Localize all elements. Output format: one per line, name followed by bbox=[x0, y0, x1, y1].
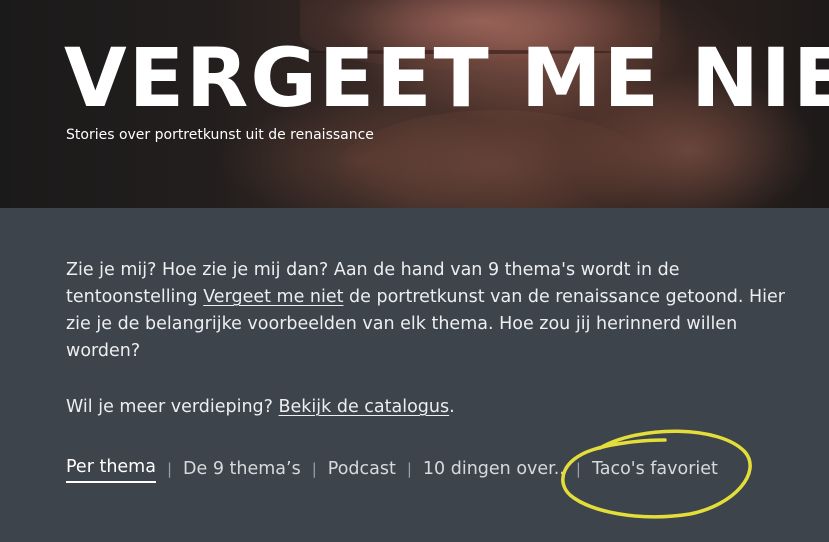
nav-separator: | bbox=[575, 459, 581, 478]
story-nav: Per thema | De 9 thema’s | Podcast | 10 … bbox=[66, 454, 718, 483]
nav-separator: | bbox=[311, 459, 317, 478]
catalogue-text: Wil je meer verdieping? bbox=[66, 397, 279, 417]
nav-item-tacos-favoriet[interactable]: Taco's favoriet bbox=[592, 456, 718, 482]
page-subtitle: Stories over portretkunst uit de renaiss… bbox=[66, 127, 374, 143]
nav-item-per-thema[interactable]: Per thema bbox=[66, 454, 156, 483]
page-title: VERGEET ME NIET bbox=[64, 32, 829, 126]
catalogue-period: . bbox=[449, 397, 455, 417]
intro-paragraph: Zie je mij? Hoe zie je mij dan? Aan de h… bbox=[66, 257, 786, 365]
nav-item-podcast[interactable]: Podcast bbox=[328, 456, 396, 482]
catalogue-paragraph: Wil je meer verdieping? Bekijk de catalo… bbox=[66, 394, 455, 421]
exhibition-link[interactable]: Vergeet me niet bbox=[203, 287, 343, 307]
hero-banner: VERGEET ME NIET Stories over portretkuns… bbox=[0, 0, 829, 208]
nav-separator: | bbox=[406, 459, 412, 478]
nav-item-10-dingen-over[interactable]: 10 dingen over.. bbox=[423, 456, 565, 482]
catalogue-link[interactable]: Bekijk de catalogus bbox=[279, 397, 450, 417]
nav-item-de-9-themas[interactable]: De 9 thema’s bbox=[183, 456, 301, 482]
nav-separator: | bbox=[166, 459, 173, 478]
